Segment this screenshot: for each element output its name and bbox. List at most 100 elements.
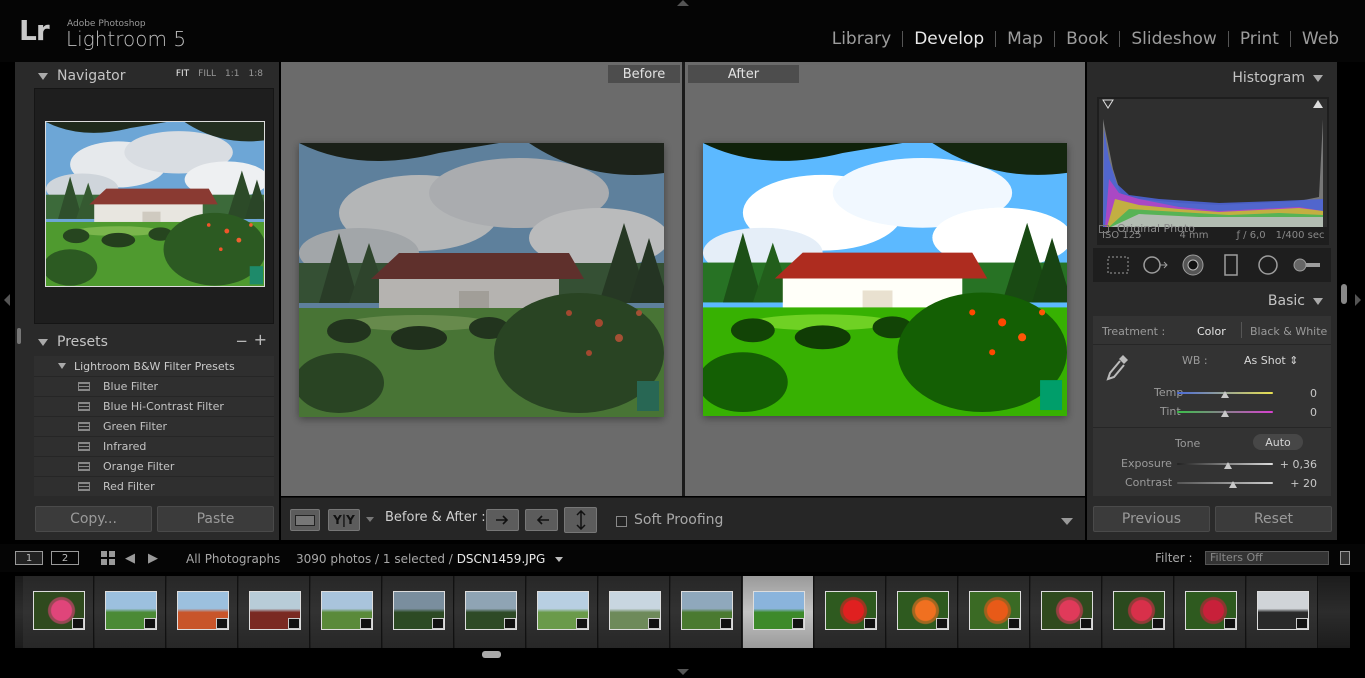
filmstrip-cell[interactable] [671, 576, 742, 648]
adjustment-brush-icon[interactable] [1292, 251, 1321, 279]
toolbar-menu-icon[interactable] [1061, 518, 1073, 525]
filmstrip-cell[interactable] [1175, 576, 1246, 648]
filmstrip-thumbnail[interactable] [33, 591, 85, 630]
wb-dropdown[interactable]: As Shot ⇕ [1244, 354, 1298, 367]
filmstrip-cell[interactable] [815, 576, 886, 648]
filmstrip-thumbnail[interactable] [105, 591, 157, 630]
preset-item[interactable]: Infrared [34, 436, 274, 456]
zoom-fill[interactable]: FILL [198, 69, 216, 79]
module-book[interactable]: Book [1055, 29, 1119, 49]
treatment-color-option[interactable]: Color [1197, 325, 1226, 338]
before-photo[interactable] [299, 143, 664, 417]
tint-slider-thumb[interactable] [1221, 410, 1229, 417]
original-photo-toggle[interactable]: Original Photo [1099, 222, 1195, 235]
filmstrip-cell[interactable] [959, 576, 1030, 648]
filmstrip-cell[interactable] [455, 576, 526, 648]
original-photo-checkbox[interactable] [1099, 224, 1109, 233]
paste-settings-button[interactable]: Paste [157, 506, 274, 532]
contrast-value[interactable]: + 20 [1277, 477, 1317, 490]
back-arrow-icon[interactable]: ◀ [125, 551, 135, 566]
contrast-slider[interactable] [1177, 482, 1273, 484]
filmstrip-thumbnail[interactable] [1041, 591, 1093, 630]
module-map[interactable]: Map [996, 29, 1054, 49]
contrast-slider-thumb[interactable] [1229, 481, 1237, 488]
filmstrip-cell[interactable] [1247, 576, 1318, 648]
radial-filter-icon[interactable] [1254, 251, 1282, 279]
graduated-filter-icon[interactable] [1217, 251, 1245, 279]
previous-settings-button[interactable]: Previous [1093, 506, 1210, 532]
copy-before-to-after-button[interactable] [486, 509, 519, 531]
forward-arrow-icon[interactable]: ▶ [148, 551, 158, 566]
filmstrip-thumbnail[interactable] [177, 591, 229, 630]
loupe-view-button[interactable] [290, 509, 320, 531]
module-develop[interactable]: Develop [903, 29, 995, 49]
bottom-panel-toggle-icon[interactable] [677, 669, 689, 675]
exposure-value[interactable]: + 0,36 [1277, 458, 1317, 471]
navigator-thumbnail[interactable] [45, 121, 265, 287]
copy-settings-button[interactable]: Copy... [35, 506, 152, 532]
preset-item[interactable]: Orange Filter [34, 456, 274, 476]
filmstrip-thumbnail[interactable] [897, 591, 949, 630]
filmstrip-cell[interactable] [239, 576, 310, 648]
grid-view-icon[interactable] [101, 551, 115, 565]
crop-overlay-icon[interactable] [1104, 251, 1132, 279]
after-photo[interactable] [703, 143, 1067, 416]
top-panel-toggle-icon[interactable] [677, 0, 689, 6]
filmstrip-cell[interactable] [527, 576, 598, 648]
view-mode-dropdown-icon[interactable] [366, 517, 374, 522]
module-print[interactable]: Print [1229, 29, 1290, 49]
soft-proofing-label[interactable]: Soft Proofing [634, 512, 723, 528]
filmstrip-thumbnail[interactable] [1185, 591, 1237, 630]
filmstrip-cell[interactable] [1031, 576, 1102, 648]
filmstrip-cell[interactable] [1103, 576, 1174, 648]
module-library[interactable]: Library [821, 29, 902, 49]
reset-button[interactable]: Reset [1215, 506, 1332, 532]
filmstrip-thumbnail[interactable] [1257, 591, 1309, 630]
filmstrip-cell[interactable] [311, 576, 382, 648]
treatment-bw-option[interactable]: Black & White [1250, 325, 1327, 338]
zoom-1-1[interactable]: 1:1 [225, 69, 239, 79]
preset-item[interactable]: Blue Filter [34, 376, 274, 396]
before-after-view-button[interactable]: Y|Y [328, 509, 360, 531]
preset-folder[interactable]: Lightroom B&W Filter Presets [34, 356, 274, 376]
zoom-fit[interactable]: FIT [176, 69, 189, 79]
tint-value[interactable]: 0 [1277, 406, 1317, 419]
red-eye-icon[interactable] [1179, 251, 1207, 279]
secondary-display-button[interactable]: 2 [51, 551, 79, 565]
filmstrip-cell[interactable] [167, 576, 238, 648]
filmstrip-cell[interactable] [95, 576, 166, 648]
filmstrip-thumbnail[interactable] [681, 591, 733, 630]
soft-proofing-checkbox[interactable] [616, 516, 627, 527]
swap-before-after-button[interactable] [564, 507, 597, 533]
filter-dropdown[interactable]: Filters Off [1205, 551, 1329, 565]
filmstrip-thumbnail[interactable] [1113, 591, 1165, 630]
filmstrip-cell[interactable] [887, 576, 958, 648]
filmstrip-cell[interactable] [23, 576, 94, 648]
preset-item[interactable]: Blue Hi-Contrast Filter [34, 396, 274, 416]
basic-header[interactable]: Basic [1268, 293, 1323, 309]
filmstrip-thumbnail[interactable] [753, 591, 805, 630]
filmstrip-cell[interactable] [383, 576, 454, 648]
copy-after-to-before-button[interactable] [525, 509, 558, 531]
filmstrip-cell[interactable] [743, 576, 814, 648]
filmstrip-thumbnail[interactable] [537, 591, 589, 630]
exposure-slider-thumb[interactable] [1224, 462, 1232, 469]
right-panel-scrollbar[interactable] [1341, 284, 1347, 304]
filmstrip-cell[interactable] [599, 576, 670, 648]
filmstrip-thumbnail[interactable] [825, 591, 877, 630]
navigator-preview[interactable] [34, 88, 274, 324]
preset-item[interactable]: Green Filter [34, 416, 274, 436]
add-preset-button[interactable]: + [254, 330, 267, 349]
filmstrip-thumbnail[interactable] [249, 591, 301, 630]
filmstrip-thumbnail[interactable] [465, 591, 517, 630]
histogram-header[interactable]: Histogram [1232, 70, 1323, 86]
spot-removal-icon[interactable] [1141, 251, 1169, 279]
module-slideshow[interactable]: Slideshow [1120, 29, 1227, 49]
filmstrip-thumbnail[interactable] [609, 591, 661, 630]
white-balance-eyedropper-icon[interactable] [1103, 352, 1131, 385]
filmstrip-thumbnail[interactable] [393, 591, 445, 630]
remove-preset-button[interactable]: − [235, 332, 248, 350]
auto-tone-button[interactable]: Auto [1253, 434, 1303, 450]
filmstrip-thumbnail[interactable] [321, 591, 373, 630]
zoom-1-8[interactable]: 1:8 [249, 69, 263, 79]
